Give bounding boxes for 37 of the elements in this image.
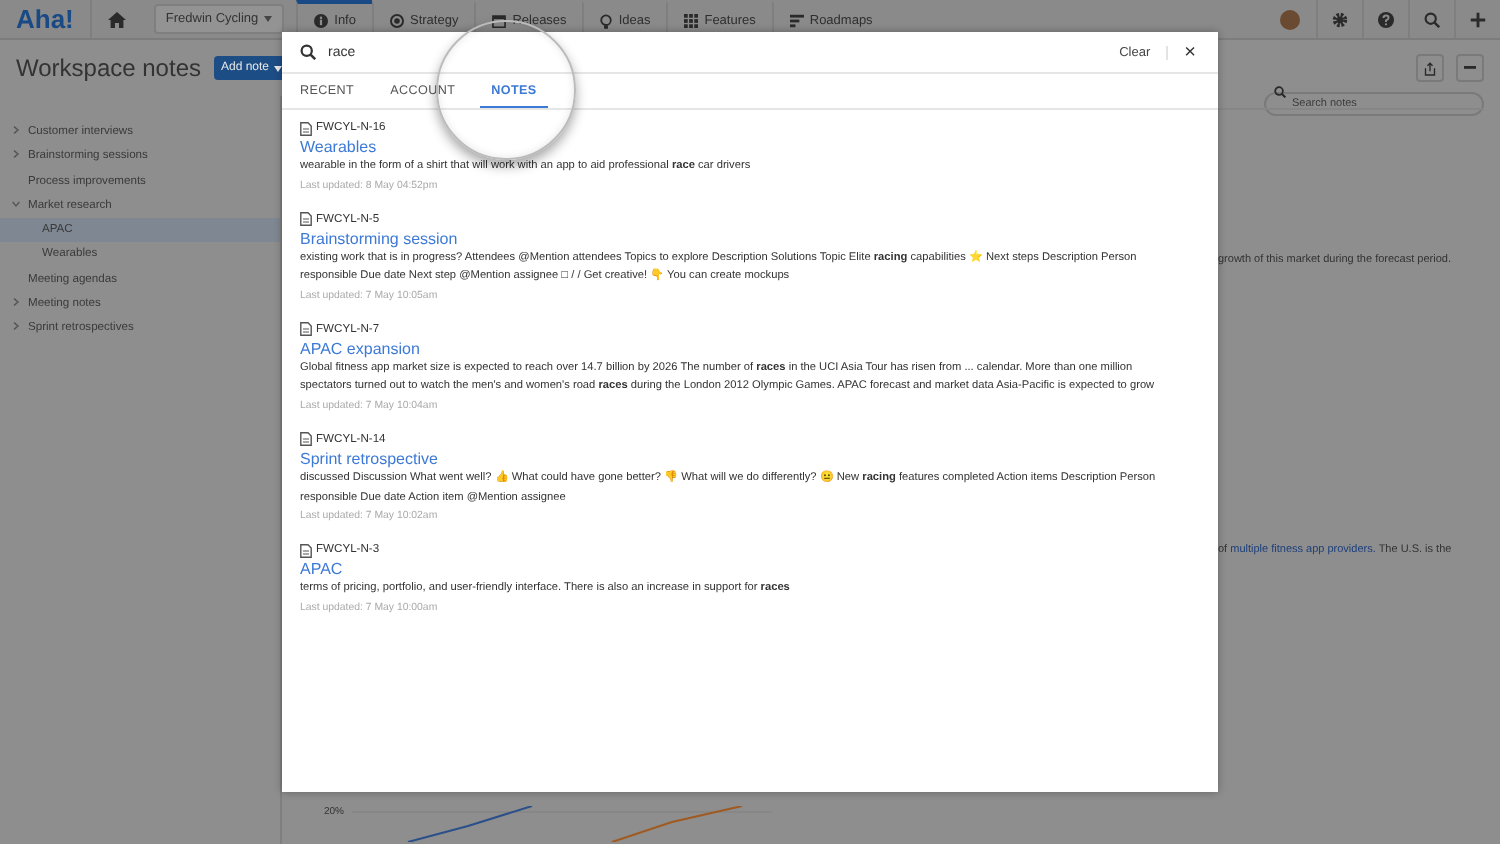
user-avatar[interactable] [1280, 9, 1300, 29]
calendar-icon [492, 14, 507, 28]
minus-icon [1464, 66, 1476, 70]
help-icon [1378, 11, 1394, 27]
document-icon [300, 543, 312, 558]
lightbulb-icon [600, 13, 613, 29]
note-title-link[interactable]: Brainstorming session [300, 227, 1198, 250]
share-icon [1424, 61, 1436, 75]
export-button[interactable] [1416, 54, 1444, 82]
note-title-link[interactable]: Wearables [300, 136, 1198, 158]
roadmap-bars-icon [789, 14, 804, 28]
document-icon [300, 121, 312, 135]
home-icon [107, 11, 126, 27]
chevron-right-icon [12, 126, 20, 134]
note-title-link[interactable]: APAC expansion [300, 337, 1198, 360]
document-icon [300, 322, 312, 337]
settings-icon [1332, 11, 1348, 27]
search-icon [300, 44, 316, 60]
logo[interactable]: Aha! [0, 0, 90, 38]
search-icon [1274, 86, 1286, 98]
note-title-link[interactable]: Sprint retrospective [300, 447, 1198, 470]
document-icon [300, 432, 312, 447]
document-icon [300, 212, 312, 227]
collapse-button[interactable] [1456, 54, 1484, 82]
chevron-right-icon [12, 322, 20, 331]
page-title: Workspace notes [16, 54, 201, 82]
caret-icon [264, 16, 273, 22]
close-button[interactable]: × [1180, 41, 1200, 63]
note-title-link[interactable]: APAC [300, 558, 1198, 581]
target-icon [389, 14, 404, 28]
chevron-right-icon [12, 298, 20, 307]
grid-icon [684, 14, 699, 28]
search-icon [1424, 11, 1440, 27]
caret-icon [273, 65, 282, 71]
info-icon [314, 14, 329, 28]
chevron-right-icon [12, 150, 20, 159]
plus-icon [1470, 11, 1486, 27]
